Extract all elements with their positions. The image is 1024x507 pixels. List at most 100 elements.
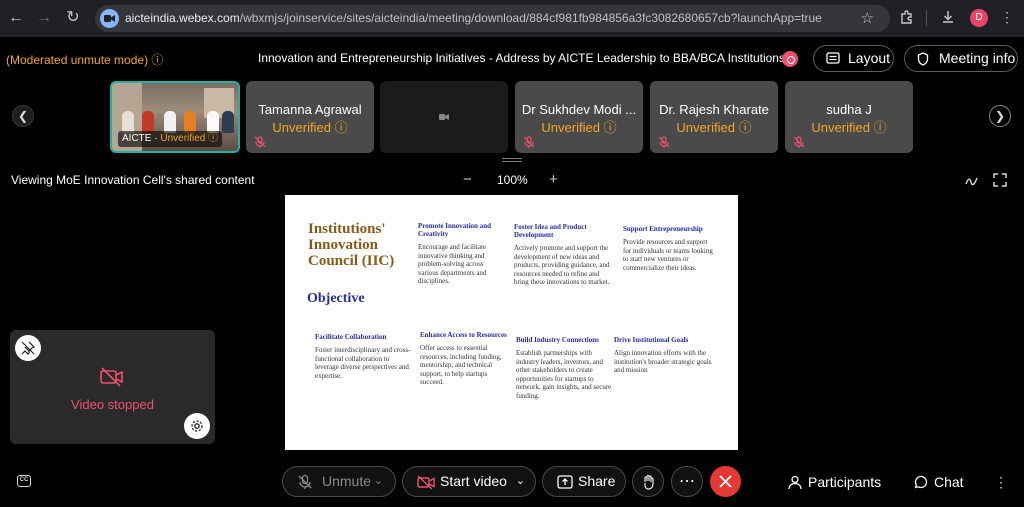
video-stopped-text: Video stopped xyxy=(71,397,154,412)
shared-content-label: Viewing MoE Innovation Cell's shared con… xyxy=(11,173,255,187)
info-circle-icon: ⓘ xyxy=(208,133,219,144)
webex-meeting-window: ← → ↻ aicteindia.webex.com/wbxmjs/joinse… xyxy=(0,0,1024,507)
settings-button[interactable] xyxy=(184,413,210,439)
person-icon xyxy=(788,475,802,490)
participant-tile[interactable]: Tamanna Agrawal Unverified ⓘ xyxy=(246,81,374,153)
url-text: aicteindia.webex.com/wbxmjs/joinservice/… xyxy=(125,11,822,25)
card-body: Establish partnerships with industry lea… xyxy=(516,349,612,400)
address-bar[interactable]: aicteindia.webex.com/wbxmjs/joinservice/… xyxy=(95,5,890,32)
card-title: Facilitate Collaboration xyxy=(315,333,387,341)
participant-name: sudha J xyxy=(826,102,872,117)
participant-name: Dr Sukhdev Modi ... xyxy=(521,102,637,117)
back-icon[interactable]: ← xyxy=(6,8,26,28)
start-video-button[interactable]: Start video ⌄ xyxy=(402,466,536,497)
info-circle-icon: ⓘ xyxy=(603,120,617,135)
unverified-badge: Unverified ⓘ xyxy=(811,120,887,135)
info-circle-icon: ⓘ xyxy=(738,120,752,135)
toolbar-divider xyxy=(926,10,927,26)
pin-button[interactable] xyxy=(15,335,41,361)
info-circle-icon: ⓘ xyxy=(151,53,164,67)
slide-title: Institutions' Innovation Council (IIC) xyxy=(308,221,395,269)
objective-card: Promote Innovation and Creativity Encour… xyxy=(418,222,504,286)
card-title: Promote Innovation and Creativity xyxy=(418,222,491,238)
mic-muted-icon xyxy=(254,136,266,148)
self-view-panel[interactable]: Video stopped xyxy=(10,330,215,444)
video-off-icon xyxy=(417,475,435,490)
layout-icon xyxy=(826,52,840,64)
participant-tile[interactable]: Dr. Rajesh Kharate Unverified ⓘ xyxy=(650,81,778,153)
video-off-icon xyxy=(100,367,123,387)
zoom-in-button[interactable]: + xyxy=(549,171,558,188)
meeting-info-button[interactable]: Meeting info xyxy=(904,45,1018,72)
strip-prev-button[interactable]: ❮ xyxy=(12,105,34,127)
shield-icon xyxy=(917,52,929,66)
participant-tile[interactable]: Dr Sukhdev Modi ... Unverified ⓘ xyxy=(515,81,643,153)
card-body: Actively promote and support the develop… xyxy=(514,244,610,286)
unverified-badge: Unverified ⓘ xyxy=(272,120,348,135)
mic-muted-icon xyxy=(523,136,535,148)
zoom-out-button[interactable]: − xyxy=(463,171,472,188)
more-menu-icon[interactable]: ⋮ xyxy=(994,474,1008,491)
info-circle-icon: ⓘ xyxy=(873,120,887,135)
card-title: Support Entrepreneurship xyxy=(623,225,703,233)
pin-off-icon xyxy=(21,341,35,355)
chat-icon xyxy=(914,475,928,489)
objective-card: Build Industry Connections Establish par… xyxy=(516,336,614,400)
objective-card: Drive Institutional Goals Align innovati… xyxy=(614,336,712,375)
meeting-title: Innovation and Entrepreneurship Initiati… xyxy=(258,51,789,65)
strip-resize-handle[interactable] xyxy=(502,158,522,162)
zoom-level[interactable]: 100% xyxy=(497,173,528,187)
closed-captions-icon[interactable]: CC xyxy=(17,475,31,487)
unverified-badge: Unverified ⓘ xyxy=(676,120,752,135)
close-icon xyxy=(719,475,732,488)
bookmark-star-icon[interactable]: ☆ xyxy=(861,9,874,27)
layout-button[interactable]: Layout xyxy=(813,45,894,72)
more-options-button[interactable]: ⋯ xyxy=(671,466,703,497)
raise-hand-icon xyxy=(644,474,654,490)
reload-icon[interactable]: ↻ xyxy=(63,8,83,28)
objective-card: Foster Idea and Product Development Acti… xyxy=(514,223,612,287)
moderated-unmute-label[interactable]: (Moderated unmute mode) ⓘ xyxy=(6,51,163,68)
card-body: Foster interdisciplinary and cross-funct… xyxy=(315,346,411,380)
participant-name: Dr. Rajesh Kharate xyxy=(659,102,769,117)
card-body: Align innovation efforts with the instit… xyxy=(614,349,712,374)
profile-avatar[interactable]: D xyxy=(970,9,988,27)
participants-button[interactable]: Participants xyxy=(788,474,881,490)
unverified-badge: Unverified xyxy=(160,133,206,144)
participant-tile-video[interactable]: AICTE · Unverified ⓘ xyxy=(110,81,240,153)
card-body: Offer access to essential resources, inc… xyxy=(420,344,502,386)
strip-next-button[interactable]: ❯ xyxy=(989,105,1011,127)
download-icon[interactable] xyxy=(940,9,958,27)
chat-button[interactable]: Chat xyxy=(914,474,964,490)
card-title: Drive Institutional Goals xyxy=(614,336,689,344)
annotate-icon[interactable] xyxy=(965,174,979,186)
unmute-button[interactable]: Unmute ⌄ xyxy=(282,466,396,497)
reactions-button[interactable] xyxy=(632,466,664,497)
mic-muted-icon xyxy=(793,136,805,148)
unverified-badge: Unverified ⓘ xyxy=(541,120,617,135)
recording-icon xyxy=(782,51,798,67)
card-title: Foster Idea and Product Development xyxy=(514,223,587,239)
fullscreen-icon[interactable] xyxy=(993,173,1007,187)
participant-tile[interactable]: sudha J Unverified ⓘ xyxy=(785,81,913,153)
extensions-icon[interactable] xyxy=(899,9,917,27)
forward-icon[interactable]: → xyxy=(34,8,54,28)
site-info-icon[interactable] xyxy=(100,9,119,28)
browser-menu-icon[interactable]: ⋮ xyxy=(998,9,1016,27)
participant-name: Tamanna Agrawal xyxy=(258,102,362,117)
share-screen-icon xyxy=(557,475,573,489)
browser-toolbar: ← → ↻ aicteindia.webex.com/wbxmjs/joinse… xyxy=(0,0,1024,37)
mic-muted-icon xyxy=(658,136,670,148)
participant-label: AICTE · Unverified ⓘ xyxy=(118,131,223,147)
mic-off-icon xyxy=(298,474,312,489)
ellipsis-icon: ⋯ xyxy=(679,473,695,490)
card-body: Encourage and facilitate innovative thin… xyxy=(418,243,487,285)
chevron-down-icon[interactable]: ⌄ xyxy=(516,467,525,496)
leave-meeting-button[interactable] xyxy=(710,466,741,497)
camera-icon xyxy=(439,114,449,120)
participant-tile-loading[interactable] xyxy=(380,81,508,153)
share-button[interactable]: Share xyxy=(542,466,626,497)
chevron-down-icon[interactable]: ⌄ xyxy=(374,467,383,496)
card-title: Enhance Access to Resources xyxy=(420,331,507,339)
card-title: Build Industry Connections xyxy=(516,336,599,344)
